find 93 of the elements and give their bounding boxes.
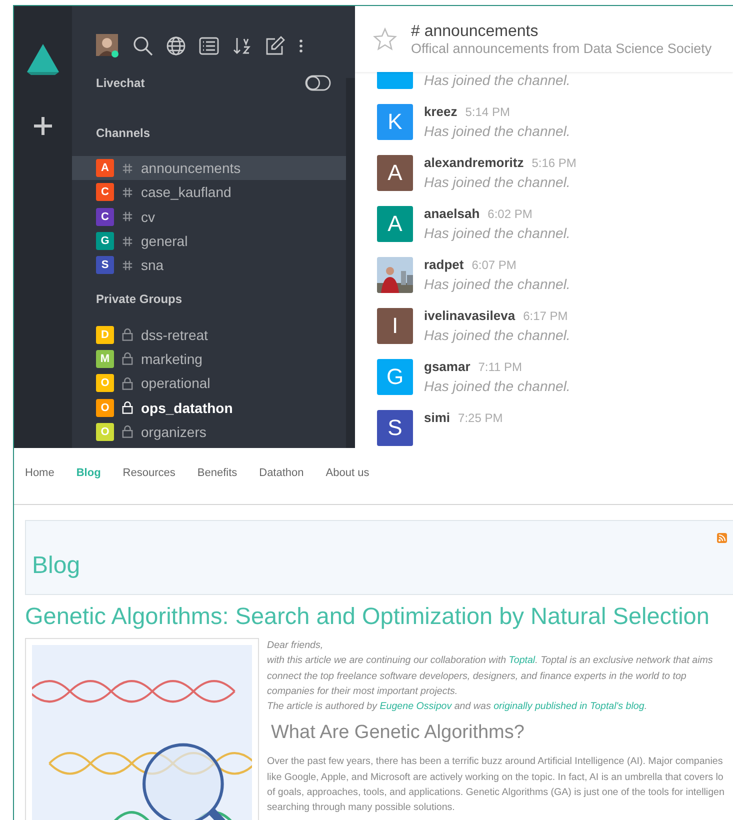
message-time: 7:11 PM (478, 360, 522, 374)
nav-link[interactable]: Resources (122, 467, 176, 504)
room-badge: S (96, 256, 114, 274)
star-icon[interactable] (373, 27, 397, 51)
section-heading: What Are Genetic Algorithms? (271, 722, 526, 744)
intro-text: Dear friends, (267, 640, 324, 651)
user-name[interactable]: radpet (424, 257, 464, 272)
room-badge: A (96, 159, 114, 178)
message-time: 5:14 PM (465, 105, 510, 119)
user-avatar: S (377, 410, 413, 446)
lock-icon (122, 425, 133, 438)
message-time: 6:17 PM (523, 309, 568, 323)
section-title: Private Groups (95, 292, 184, 306)
message-text: Has joined the channel. (424, 225, 570, 241)
add-icon[interactable] (33, 116, 53, 136)
user-name[interactable]: gsamar (424, 359, 470, 374)
sort-icon[interactable] (232, 36, 252, 56)
room-item[interactable]: C case_kaufland (72, 180, 346, 205)
edit-icon[interactable] (265, 36, 285, 56)
message-text: Has joined the channel. (424, 378, 570, 394)
list-icon[interactable] (199, 36, 219, 56)
message-time: 7:25 PM (458, 411, 503, 425)
section-title: Livechat (96, 76, 145, 90)
search-icon[interactable] (133, 36, 153, 56)
room-item[interactable]: D dss-retreat (72, 322, 346, 347)
hash-icon (122, 186, 133, 198)
room-item[interactable]: O ops_datathon (72, 395, 346, 420)
message-text: Has joined the channel. (424, 174, 572, 190)
user-name[interactable]: anaelsah (424, 206, 480, 221)
room-badge: O (96, 422, 114, 441)
body-text: of goals, approaches, tools, and applications. Genetic Algorithms (GA) is just one of the tools for intelligen (267, 786, 724, 800)
user-avatar: A (377, 155, 413, 191)
room-badge: M (96, 350, 114, 368)
body-text: like Google, Apple, and Microsoft are actively working on the topic. In fact, AI is an umbrella that covers lo (267, 770, 724, 785)
lock-icon (122, 352, 133, 366)
room-item[interactable]: C cv (72, 204, 346, 229)
intro-text: . Toptal is an exclusive network that aims (535, 655, 713, 666)
room-item[interactable]: A announcements (72, 156, 346, 180)
message-time: 6:02 PM (488, 207, 532, 221)
room-item[interactable]: O organizers (72, 420, 346, 444)
hash-icon (122, 260, 133, 271)
nav-link[interactable]: Home (25, 467, 54, 504)
toggle-switch[interactable] (305, 75, 331, 91)
room-badge: D (96, 326, 114, 344)
user-avatar: G (377, 359, 413, 395)
user-name[interactable]: ivelinavasileva (424, 308, 516, 323)
globe-icon[interactable] (166, 36, 186, 56)
room-badge: O (96, 374, 114, 392)
message-text: Has joined the channel. (424, 72, 570, 88)
room-badge: O (96, 398, 114, 417)
nav-link[interactable]: Benefits (197, 467, 238, 504)
article-title: Genetic Algorithms: Search and Optimization by Natural Selection (25, 603, 710, 630)
room-badge: C (96, 183, 114, 202)
message-text: Has joined the channel. (424, 327, 570, 343)
room-item[interactable]: S sna (72, 253, 346, 278)
banner-title: Blog (32, 552, 80, 580)
lock-icon (122, 401, 133, 414)
room-item[interactable]: M marketing (72, 346, 346, 372)
body-text: Over the past few years, there has been a terrific buzz around Artificial Intelligence (AI). Major companies (267, 755, 724, 770)
room-badge: G (96, 232, 114, 250)
message-text: Has joined the channel. (424, 276, 570, 292)
intro-text: . (644, 701, 648, 712)
lock-icon (122, 376, 133, 390)
nav-link[interactable]: About us (326, 467, 370, 504)
message-time: 5:16 PM (532, 156, 576, 170)
user-avatar: I (377, 308, 413, 344)
user-name[interactable]: kreez (424, 104, 458, 119)
room-item[interactable]: G general (72, 228, 346, 254)
hash-icon (122, 162, 133, 174)
channel-topic: Offical announcements from Data Science Society (411, 40, 712, 56)
lock-icon (122, 328, 133, 342)
logo-icon (25, 42, 61, 76)
user-name[interactable]: alexandremoritz (424, 155, 524, 170)
nav-link[interactable]: Datathon (259, 467, 304, 504)
user-name[interactable]: simi (424, 410, 450, 425)
hash-icon (122, 211, 133, 222)
avatar-icon[interactable] (96, 34, 120, 58)
intro-text: companies for their most important projects. (267, 686, 458, 697)
body-text: searching through many possible solutions. (267, 801, 456, 816)
message-time: 6:07 PM (472, 258, 516, 272)
room-item[interactable]: O operational (72, 371, 346, 396)
intro-text: with this article we are continuing our collaboration with (267, 655, 508, 666)
channel-title: # announcements (411, 22, 540, 40)
user-avatar: A (377, 206, 413, 242)
scrollbar[interactable] (346, 78, 355, 448)
section-title: Channels (95, 126, 152, 140)
hash-icon (122, 236, 133, 247)
intro-text: connect the top freelance software developers, designers, and finance experts in the world to top (267, 670, 686, 682)
user-avatar: K (377, 104, 413, 140)
intro-text: The article is authored by (267, 701, 378, 712)
message-text: Has joined the channel. (424, 123, 570, 139)
intro-text: and was (453, 701, 492, 712)
room-badge: C (96, 208, 114, 226)
